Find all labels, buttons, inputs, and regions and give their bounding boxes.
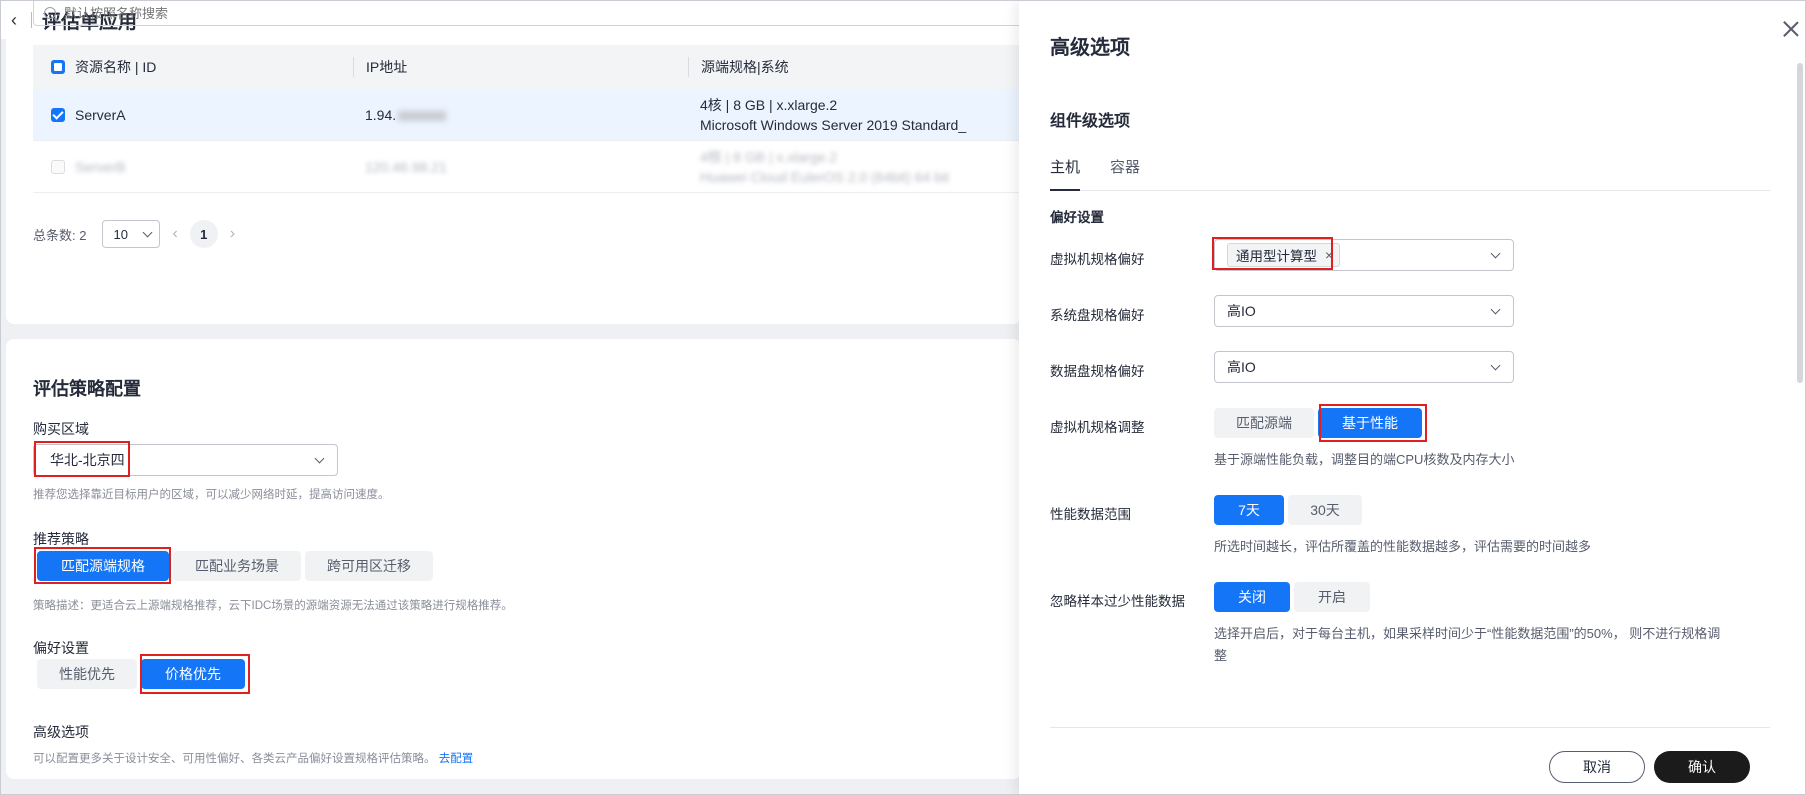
tab-bar: 主机 容器 — [1050, 151, 1770, 191]
page-size-value: 10 — [113, 226, 128, 242]
vm-pref-select[interactable]: 通用型计算型 × — [1214, 239, 1514, 271]
sysdisk-value: 高IO — [1227, 303, 1256, 319]
pagination: 总条数: 2 10 ‹ 1 › — [33, 219, 247, 249]
preference-label: 偏好设置 — [33, 640, 89, 656]
region-hint: 推荐您选择靠近目标用户的区域，可以减少网络时延，提高访问速度。 — [33, 489, 390, 501]
drawer-subtitle: 组件级选项 — [1050, 113, 1131, 130]
vm-adjust-segmented: 匹配源端 基于性能 — [1214, 408, 1422, 438]
row-checkbox[interactable] — [51, 107, 65, 122]
vm-adjust-hint: 基于源端性能负载，调整目的端CPU核数及内存大小 — [1214, 452, 1515, 467]
table-header: 资源名称 | ID IP地址 源端规格|系统 — [33, 45, 1023, 89]
section-title: 评估策略配置 — [33, 379, 141, 399]
perf-range-7d-button[interactable]: 7天 — [1214, 495, 1284, 525]
sysdisk-select[interactable]: 高IO — [1214, 295, 1514, 327]
ignore-hint: 选择开启后，对于每台主机，如果采样时间少于“性能数据范围”的50%， 则不进行规… — [1214, 623, 1774, 667]
ignore-hint-line2: 整 — [1214, 648, 1228, 663]
advanced-hint: 可以配置更多关于设计安全、可用性偏好、各类云产品偏好设置规格评估策略。 去配置 — [33, 750, 473, 766]
tab-host[interactable]: 主机 — [1050, 151, 1081, 191]
datadisk-value: 高IO — [1227, 359, 1256, 375]
os-text: Microsoft Windows Server 2019 Standard_ — [700, 116, 967, 133]
table-row[interactable]: ServerB 120.46.98.21 4核 | 8 GB | x.xlarg… — [33, 141, 1023, 193]
row-checkbox[interactable] — [51, 159, 65, 174]
page-bottom — [1, 779, 1021, 794]
pref-price-button[interactable]: 价格优先 — [141, 659, 245, 689]
vm-pref-label: 虚拟机规格偏好 — [1050, 252, 1145, 267]
configure-link[interactable]: 去配置 — [439, 753, 474, 765]
chevron-down-icon — [314, 453, 325, 463]
preference-segmented: 性能优先 价格优先 — [37, 659, 245, 689]
chevron-down-icon — [1490, 360, 1501, 370]
ip-mask — [398, 110, 447, 121]
group-label: 偏好设置 — [1050, 210, 1104, 225]
column-header-ip[interactable]: IP地址 — [353, 57, 688, 77]
column-header-spec[interactable]: 源端规格|系统 — [688, 57, 1023, 77]
search-box[interactable] — [33, 1, 1023, 26]
resource-name: ServerB — [75, 158, 126, 175]
ip-address: 120.46.98.21 — [365, 158, 447, 175]
vm-pref-tag-label: 通用型计算型 — [1236, 249, 1317, 264]
region-label: 购买区域 — [33, 421, 89, 437]
spec-text: 4核 | 8 GB | x.xlarge.2 — [700, 148, 838, 165]
datadisk-label: 数据盘规格偏好 — [1050, 364, 1145, 379]
search-icon — [44, 7, 56, 19]
resource-name: ServerA — [75, 106, 126, 123]
next-page-icon[interactable]: › — [230, 225, 235, 243]
chevron-down-icon — [1490, 304, 1501, 314]
policy-label: 推荐策略 — [33, 531, 89, 547]
page-number[interactable]: 1 — [189, 220, 218, 248]
column-header-name[interactable]: 资源名称 | ID — [75, 57, 156, 77]
tab-container[interactable]: 容器 — [1110, 151, 1140, 191]
ignore-segmented: 关闭 开启 — [1214, 582, 1370, 612]
prev-page-icon[interactable]: ‹ — [172, 225, 177, 243]
cancel-button[interactable]: 取消 — [1549, 751, 1645, 783]
ignore-hint-line1: 选择开启后，对于每台主机，如果采样时间少于“性能数据范围”的50%， 则不进行规… — [1214, 626, 1721, 641]
ignore-on-button[interactable]: 开启 — [1294, 582, 1370, 612]
vm-pref-tag: 通用型计算型 × — [1227, 243, 1341, 267]
policy-segmented: 匹配源端规格 匹配业务场景 跨可用区迁移 — [37, 551, 433, 581]
ignore-off-button[interactable]: 关闭 — [1214, 582, 1290, 612]
perf-range-label: 性能数据范围 — [1050, 507, 1131, 522]
policy-match-source-button[interactable]: 匹配源端规格 — [37, 551, 169, 581]
region-value: 华北-北京四 — [50, 452, 125, 468]
back-icon[interactable]: ‹ — [1, 10, 27, 31]
scrollbar[interactable] — [1797, 63, 1803, 383]
divider — [31, 12, 32, 28]
spec-text: 4核 | 8 GB | x.xlarge.2 — [700, 96, 838, 113]
drawer-title: 高级选项 — [1050, 37, 1130, 59]
vm-adjust-performance-button[interactable]: 基于性能 — [1318, 408, 1422, 438]
os-text: Huawei Cloud EulerOS 2.0 (64bit) 64 bit — [700, 168, 950, 185]
chevron-down-icon — [143, 227, 153, 237]
perf-range-30d-button[interactable]: 30天 — [1288, 495, 1362, 525]
pref-performance-button[interactable]: 性能优先 — [37, 659, 137, 689]
ip-address: 1.94. — [365, 106, 397, 123]
perf-range-hint: 所选时间越长，评估所覆盖的性能数据越多，评估需要的时间越多 — [1214, 539, 1592, 554]
region-select[interactable]: 华北-北京四 — [33, 444, 338, 476]
search-input[interactable] — [64, 5, 464, 21]
policy-hint: 策略描述：更适合云上源端规格推荐，云下IDC场景的源端资源无法通过该策略进行规格… — [33, 600, 513, 612]
vm-adjust-label: 虚拟机规格调整 — [1050, 420, 1145, 435]
policy-match-business-button[interactable]: 匹配业务场景 — [173, 551, 301, 581]
advanced-options-drawer: 高级选项 组件级选项 主机 容器 偏好设置 虚拟机规格偏好 通用型计算型 × 系… — [1019, 1, 1805, 794]
advanced-hint-text: 可以配置更多关于设计安全、可用性偏好、各类云产品偏好设置规格评估策略。 — [33, 753, 436, 765]
advanced-label: 高级选项 — [33, 724, 89, 740]
perf-range-segmented: 7天 30天 — [1214, 495, 1362, 525]
total-count: 总条数: 2 — [33, 227, 87, 243]
ignore-label: 忽略样本过少性能数据 — [1050, 594, 1185, 609]
select-all-checkbox[interactable] — [51, 60, 65, 74]
close-icon[interactable] — [1779, 17, 1803, 41]
datadisk-select[interactable]: 高IO — [1214, 351, 1514, 383]
sysdisk-label: 系统盘规格偏好 — [1050, 308, 1145, 323]
tag-close-icon[interactable]: × — [1325, 247, 1333, 263]
page-size-select[interactable]: 10 — [102, 220, 161, 248]
confirm-button[interactable]: 确认 — [1654, 751, 1750, 783]
chevron-down-icon — [1490, 248, 1501, 258]
vm-adjust-match-source-button[interactable]: 匹配源端 — [1214, 408, 1314, 438]
footer-divider — [1050, 727, 1770, 728]
policy-cross-az-button[interactable]: 跨可用区迁移 — [305, 551, 433, 581]
table-row[interactable]: ServerA 1.94. 4核 | 8 GB | x.xlarge.2 Mic… — [33, 89, 1023, 141]
app-frame: ‹ 评估单应用 资源名称 | ID IP地址 源端规格|系统 ServerA 1… — [0, 0, 1806, 795]
